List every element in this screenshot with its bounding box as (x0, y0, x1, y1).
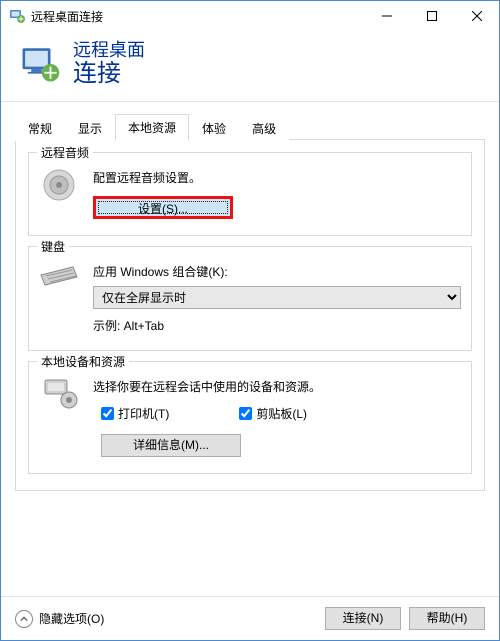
tab-experience[interactable]: 体验 (189, 115, 239, 141)
connect-button[interactable]: 连接(N) (325, 607, 401, 630)
rdp-large-icon (19, 43, 61, 85)
group-keyboard: 键盘 应用 Windows 组合键(K): 仅在全屏显示时 (28, 246, 472, 351)
group-title-audio: 远程音频 (37, 144, 93, 161)
clipboard-checkbox[interactable]: 剪贴板(L) (239, 405, 307, 422)
printer-checkbox[interactable]: 打印机(T) (101, 405, 169, 422)
maximize-button[interactable] (409, 1, 454, 30)
keyboard-combo[interactable]: 仅在全屏显示时 (93, 286, 461, 309)
window-title: 远程桌面连接 (31, 8, 364, 25)
header-text: 远程桌面 连接 (73, 41, 145, 87)
help-button[interactable]: 帮助(H) (409, 607, 485, 630)
group-title-devices: 本地设备和资源 (37, 353, 129, 370)
hide-options-label: 隐藏选项(O) (39, 610, 104, 627)
devices-text: 选择你要在远程会话中使用的设备和资源。 (93, 378, 461, 395)
printer-checkbox-input[interactable] (101, 407, 114, 420)
tab-advanced[interactable]: 高级 (239, 115, 289, 141)
tab-strip: 常规 显示 本地资源 体验 高级 (15, 114, 485, 140)
clipboard-checkbox-input[interactable] (239, 407, 252, 420)
audio-settings-button[interactable]: 设置(S)... (93, 196, 233, 219)
keyboard-example: 示例: Alt+Tab (93, 317, 461, 334)
close-button[interactable] (454, 1, 499, 30)
keyboard-icon (39, 261, 79, 291)
window: 远程桌面连接 远程桌面 连接 常规 显示 本地资源 (0, 0, 500, 641)
tab-general[interactable]: 常规 (15, 115, 65, 141)
chevron-up-icon (15, 610, 33, 628)
header-line2: 连接 (73, 61, 145, 87)
tab-local-resources[interactable]: 本地资源 (115, 114, 189, 141)
hide-options-toggle[interactable]: 隐藏选项(O) (15, 610, 104, 628)
body: 常规 显示 本地资源 体验 高级 远程音频 (1, 102, 499, 596)
devices-icon (39, 376, 79, 410)
header: 远程桌面 连接 (1, 31, 499, 102)
group-remote-audio: 远程音频 配置远程音频设置。 设置(S)... (28, 152, 472, 236)
keyboard-label: 应用 Windows 组合键(K): (93, 263, 461, 280)
rdp-icon (9, 8, 25, 24)
group-local-devices: 本地设备和资源 选择你要在远程会话中使用的设备和资源。 (28, 361, 472, 474)
devices-more-button[interactable]: 详细信息(M)... (101, 434, 241, 457)
tab-display[interactable]: 显示 (65, 115, 115, 141)
tab-panel-local-resources: 远程音频 配置远程音频设置。 设置(S)... (15, 139, 485, 491)
audio-text: 配置远程音频设置。 (93, 169, 461, 186)
minimize-button[interactable] (364, 1, 409, 30)
footer: 隐藏选项(O) 连接(N) 帮助(H) (1, 596, 499, 640)
caption-buttons (364, 1, 499, 31)
clipboard-checkbox-label: 剪贴板(L) (256, 405, 307, 422)
printer-checkbox-label: 打印机(T) (118, 405, 169, 422)
speaker-icon (39, 167, 79, 203)
titlebar: 远程桌面连接 (1, 1, 499, 31)
group-title-keyboard: 键盘 (37, 238, 69, 255)
header-line1: 远程桌面 (73, 41, 145, 61)
